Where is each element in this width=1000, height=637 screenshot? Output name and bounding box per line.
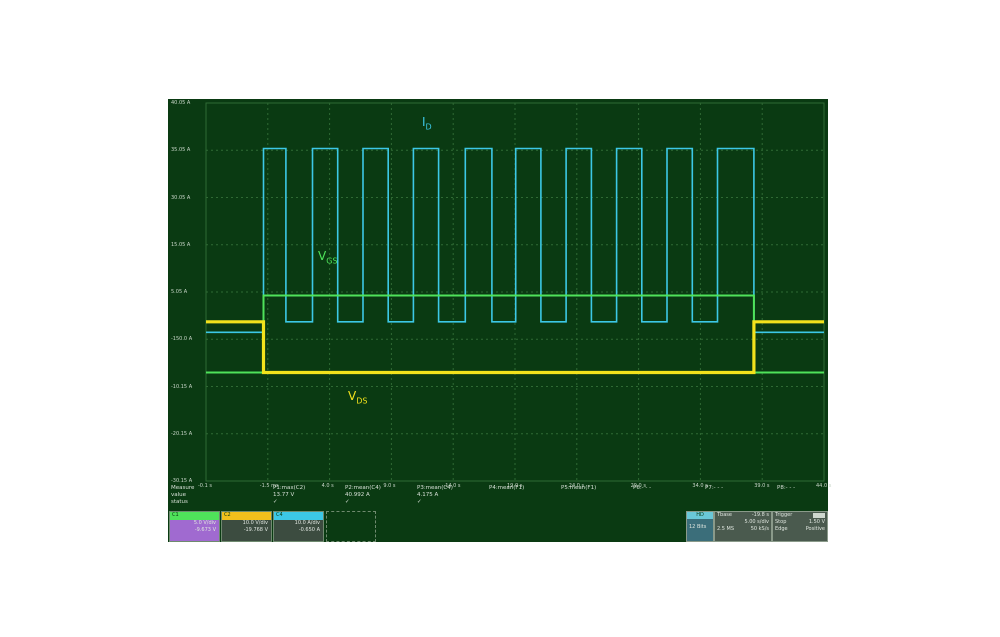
channel-c4-header: C4 bbox=[274, 512, 323, 520]
measure-item-name: P4:mean(F1) bbox=[489, 485, 525, 491]
measure-item-name: P7:- - - bbox=[705, 485, 724, 491]
trigger-row-2: Stop 1.50 V bbox=[773, 519, 827, 526]
measure-item-name: P6:- - - bbox=[633, 485, 652, 491]
hd-label: HD bbox=[687, 512, 713, 519]
hd-box[interactable]: HD 12 Bits bbox=[686, 511, 714, 542]
channel-c1-offset: -9.673 V bbox=[194, 527, 216, 533]
timebase-box[interactable]: Tbase -19.8 s 5.00 s/div 2.5 MS 50 kS/s bbox=[714, 511, 772, 542]
vgs-trace-label: VGS bbox=[318, 249, 338, 265]
vds-trace-label: VDS bbox=[348, 389, 367, 405]
y-tick-label: -10.15 A bbox=[171, 383, 193, 390]
measure-item-value: 13.77 V bbox=[273, 492, 295, 498]
measure-value-label: value bbox=[171, 492, 187, 498]
timebase-samples: 2.5 MS bbox=[717, 526, 735, 532]
measure-item-value: 4.175 A bbox=[417, 492, 439, 498]
measure-item-status: ✓ bbox=[345, 499, 350, 505]
x-tick-label: 39.0 s bbox=[754, 483, 770, 489]
empty-channel-slot[interactable] bbox=[326, 511, 376, 542]
trigger-mode: Stop bbox=[775, 519, 787, 525]
measure-header: Measure bbox=[171, 485, 195, 491]
id-trace bbox=[206, 147, 824, 334]
timebase-title: Tbase bbox=[717, 512, 732, 518]
waveform-plot bbox=[205, 102, 825, 482]
channel-c1-scale: 5.0 V/div bbox=[193, 520, 216, 526]
oscilloscope-screen: 40.05 A 35.05 A 30.05 A 15.05 A 5.05 A -150.0… bbox=[168, 99, 832, 542]
channel-c2-header: C2 bbox=[222, 512, 271, 520]
timebase-delay: -19.8 s bbox=[751, 512, 769, 518]
id-label-sub: D bbox=[425, 122, 432, 132]
measure-item-name: P2:mean(C4) bbox=[345, 485, 381, 491]
trigger-title: Trigger bbox=[775, 512, 793, 518]
measure-item-name: P3:mean(C4) bbox=[417, 485, 453, 491]
trigger-row-1: Trigger bbox=[773, 512, 827, 519]
vds-label-main: V bbox=[348, 389, 357, 403]
measure-status-label: status bbox=[171, 499, 188, 505]
channel-box-c1[interactable]: C1 5.0 V/div -9.673 V bbox=[169, 511, 220, 542]
channel-c2-offset: -19.768 V bbox=[243, 527, 268, 533]
channel-c4-scale: 10.0 A/div bbox=[294, 520, 320, 526]
x-tick-label: 4.0 s bbox=[321, 483, 334, 489]
vds-label-sub: DS bbox=[356, 396, 368, 406]
measure-item-name: P1:max(C2) bbox=[273, 485, 306, 491]
y-tick-label: -150.0 A bbox=[171, 336, 193, 343]
trigger-type: Edge bbox=[775, 526, 788, 532]
measure-item-value: 40.992 A bbox=[345, 492, 370, 498]
y-tick-label: 15.05 A bbox=[171, 241, 191, 248]
timebase-row-1: Tbase -19.8 s bbox=[715, 512, 771, 519]
id-trace-label: ID bbox=[422, 115, 432, 131]
measure-item-status: ✓ bbox=[273, 499, 278, 505]
timebase-per-div: 5.00 s/div bbox=[744, 519, 769, 525]
x-tick-label: 44.0 s bbox=[816, 483, 832, 489]
trigger-row-3: Edge Positive bbox=[773, 526, 827, 533]
vgs-label-sub: GS bbox=[326, 256, 338, 266]
trigger-level: 1.50 V bbox=[808, 519, 825, 525]
y-tick-label: 35.05 A bbox=[171, 147, 191, 154]
trigger-box[interactable]: Trigger Stop 1.50 V Edge Positive bbox=[772, 511, 828, 542]
trigger-icon bbox=[813, 513, 825, 518]
y-tick-label: 30.05 A bbox=[171, 194, 191, 201]
channel-c1-header: C1 bbox=[170, 512, 219, 520]
channel-c4-offset: -0.650 A bbox=[298, 527, 320, 533]
timebase-rate: 50 kS/s bbox=[750, 526, 769, 532]
measure-item-name: P5:mean(F1) bbox=[561, 485, 597, 491]
vgs-label-main: V bbox=[318, 249, 327, 263]
y-tick-label: 5.05 A bbox=[171, 289, 188, 295]
x-tick-label: -0.1 s bbox=[198, 483, 212, 489]
timebase-row-3: 2.5 MS 50 kS/s bbox=[715, 526, 771, 533]
channel-box-c2[interactable]: C2 10.0 V/div -19.768 V bbox=[221, 511, 272, 542]
channel-box-c4[interactable]: C4 10.0 A/div -0.650 A bbox=[273, 511, 324, 542]
channel-c2-scale: 10.0 V/div bbox=[242, 520, 268, 526]
y-tick-label: 40.05 A bbox=[171, 100, 191, 106]
measure-item-status: ✓ bbox=[417, 499, 422, 505]
x-tick-label: 9.0 s bbox=[383, 483, 396, 489]
y-tick-label: -20.15 A bbox=[171, 430, 193, 437]
hd-bits: 12 Bits bbox=[689, 524, 707, 530]
measure-item-name: P8:- - - bbox=[777, 485, 796, 491]
trigger-slope: Positive bbox=[805, 526, 825, 532]
